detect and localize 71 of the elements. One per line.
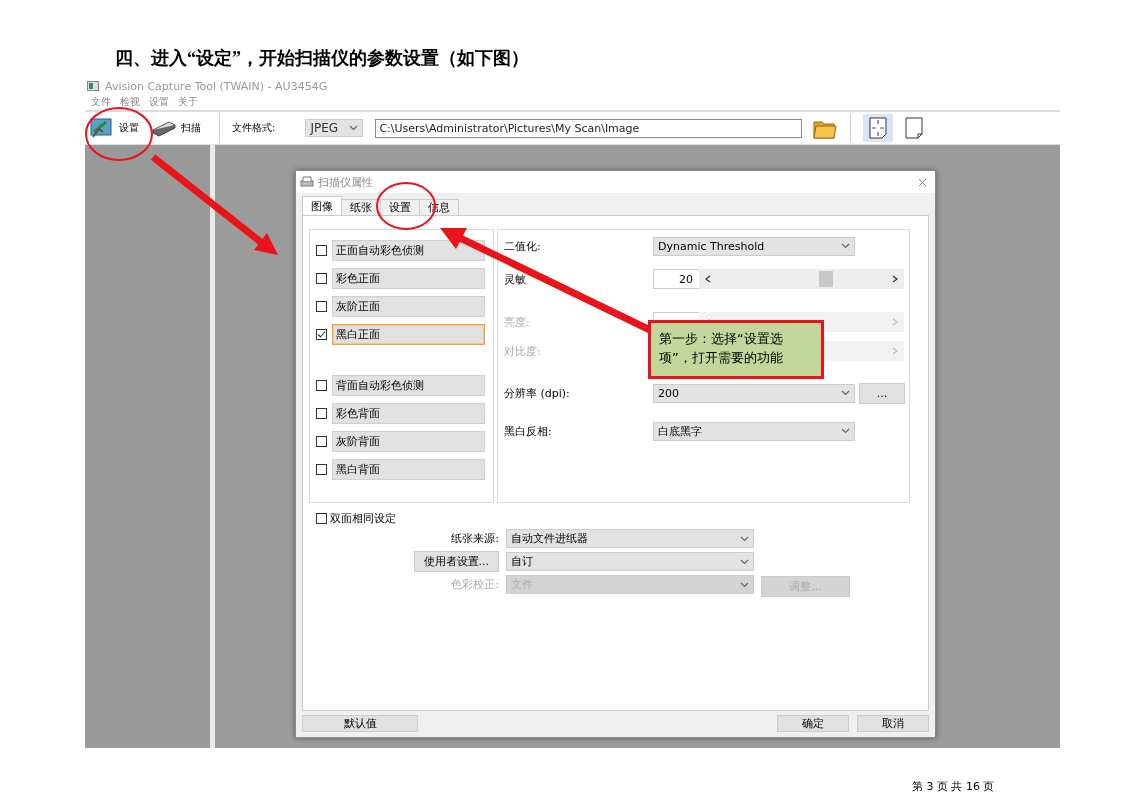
page-number: 第 3 页 共 16 页 (912, 780, 995, 793)
more-button[interactable]: ... (859, 382, 905, 404)
crop-frame-icon (869, 117, 888, 139)
menu-item[interactable]: 检视 (120, 95, 140, 109)
checkbox[interactable] (316, 300, 327, 312)
checkbox[interactable] (316, 435, 327, 447)
value-field[interactable]: 20 (653, 269, 699, 289)
checkbox-label: 双面相同设定 (330, 511, 396, 526)
dialog-button[interactable]: 取消 (857, 715, 929, 732)
checkbox[interactable] (316, 463, 327, 475)
toolbar-button[interactable]: 扫描 (151, 118, 207, 138)
slider[interactable] (699, 269, 904, 289)
format-dropdown[interactable]: JPEG (305, 119, 364, 137)
image-type-button[interactable]: 背面自动彩色侦测 (332, 374, 485, 396)
callout-tooltip: 第一步：选择“设置选项”，打开需要的功能 (648, 320, 824, 379)
default-button[interactable]: 默认值 (302, 715, 418, 732)
image-type-button[interactable]: 正面自动彩色侦测 (332, 239, 485, 261)
window-title: Avision Capture Tool (TWAIN) - AU3454G (105, 79, 328, 93)
dialog-button[interactable]: 确定 (777, 715, 849, 732)
path-field[interactable]: C:\Users\Administrator\Pictures\My Scan\Image (375, 118, 803, 138)
dropdown[interactable]: 白底黑字 (653, 421, 855, 441)
menu-item[interactable]: 关于 (178, 95, 198, 109)
image-type-button[interactable]: 彩色正面 (332, 267, 485, 289)
tab[interactable]: 图像 (302, 196, 342, 215)
image-type-button[interactable]: 灰阶正面 (332, 295, 485, 317)
image-type-button[interactable]: 彩色背面 (332, 402, 485, 424)
field-label: 灵敏 (504, 271, 527, 287)
document-heading: 四、进入“设定”，开始扫描仪的参数设置（如下图） (115, 47, 529, 70)
caret-icon[interactable] (349, 125, 359, 131)
caret-icon[interactable] (740, 558, 749, 565)
dropdown[interactable]: Dynamic Threshold (653, 236, 855, 256)
field-label: 亮度: (504, 314, 531, 330)
checkbox[interactable] (316, 407, 327, 419)
field-label: 文件格式: (232, 121, 276, 135)
annotation-circle (85, 107, 153, 161)
checkbox[interactable] (316, 513, 327, 524)
menu-item[interactable]: 设置 (149, 95, 169, 109)
dropdown[interactable]: 200 (653, 383, 855, 403)
field-label: 分辨率 (dpi): (504, 385, 571, 401)
caret-icon[interactable] (740, 581, 749, 588)
blank-page-icon (905, 117, 924, 139)
caret-icon[interactable] (841, 390, 850, 396)
scanner-settings-icon (89, 116, 115, 140)
close-icon[interactable] (918, 177, 927, 187)
image-type-button[interactable]: 灰阶背面 (332, 430, 485, 452)
image-type-button[interactable]: 黑白背面 (332, 458, 485, 480)
caret-icon[interactable] (841, 428, 850, 434)
slider-thumb[interactable] (818, 271, 833, 287)
checkbox[interactable] (316, 244, 327, 256)
view-button[interactable] (863, 114, 894, 142)
dropdown[interactable]: 自动文件进纸器 (506, 529, 754, 548)
checkbox[interactable] (316, 379, 327, 391)
checkbox[interactable] (316, 328, 327, 340)
menu-item[interactable]: 文件 (91, 95, 111, 109)
field-label: 色彩校正: (451, 577, 499, 592)
caret-icon[interactable] (841, 243, 850, 249)
field-label: 黑白反相: (504, 423, 553, 439)
checkbox[interactable] (316, 272, 327, 284)
tab[interactable]: 纸张 (341, 199, 381, 215)
field-label: 纸张来源: (451, 531, 499, 546)
toolbar-button[interactable]: 设置 (89, 116, 145, 140)
user-settings-button[interactable]: 使用者设置... (413, 551, 499, 572)
dialog-title: 扫描仪属性 (318, 174, 373, 190)
app-icon (87, 81, 99, 91)
tab[interactable]: 设置 (380, 199, 420, 215)
dropdown[interactable]: 自订 (506, 552, 754, 571)
field-label: 对比度: (504, 343, 542, 359)
printer-icon (300, 176, 314, 188)
image-type-button[interactable]: 黑白正面 (332, 323, 485, 345)
field-label: 二值化: (504, 238, 542, 254)
caret-icon[interactable] (740, 535, 749, 542)
